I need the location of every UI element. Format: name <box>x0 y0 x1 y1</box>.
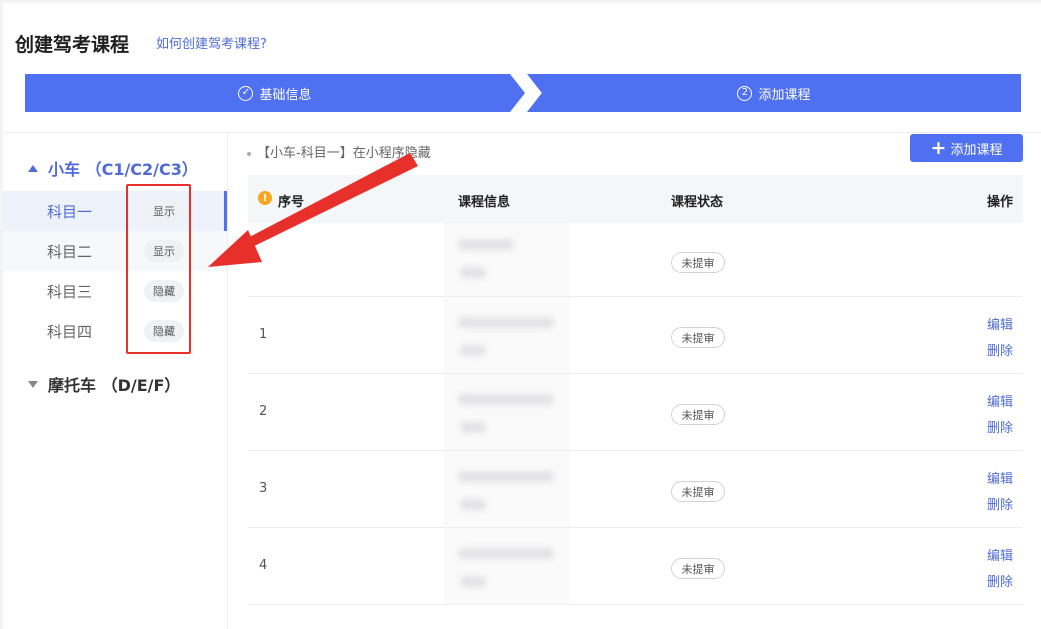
blurred-course-info <box>444 374 570 450</box>
page-title: 创建驾考课程 <box>15 34 130 56</box>
visibility-badge: 显示 <box>144 200 184 222</box>
add-course-button[interactable]: + 添加课程 <box>910 134 1023 162</box>
edit-link[interactable]: 编辑 <box>987 468 1013 487</box>
table-row: 3 未提审 编辑 删除 <box>248 451 1023 528</box>
subject-label: 科目二 <box>47 242 93 261</box>
table-header: ! 序号 课程信息 课程状态 操作 <box>248 175 1023 223</box>
blurred-course-info <box>444 528 570 604</box>
edit-link[interactable]: 编辑 <box>987 545 1013 564</box>
check-circle-icon: ✓ <box>238 85 254 101</box>
warning-icon[interactable]: ! <box>258 191 272 205</box>
blurred-course-info <box>444 297 570 373</box>
blurred-course-info <box>444 451 570 527</box>
subject-item-2[interactable]: 科目二 显示 <box>3 231 227 271</box>
group-car[interactable]: 小车 （C1/C2/C3） <box>28 156 198 180</box>
divider <box>3 132 1041 133</box>
col-info: 课程信息 <box>458 195 511 210</box>
step-add-course[interactable]: 2 添加课程 <box>527 74 1021 112</box>
stepper: ✓ 基础信息 2 添加课程 <box>25 74 1021 112</box>
step-label: 基础信息 <box>259 87 312 103</box>
delete-link[interactable]: 删除 <box>987 494 1013 513</box>
subject-item-3[interactable]: 科目三 隐藏 <box>3 271 227 311</box>
caret-down-icon <box>28 380 38 388</box>
hint-text: 【小车-科目一】在小程序隐藏 <box>257 146 431 161</box>
caret-up-icon <box>28 164 38 172</box>
edit-link[interactable]: 编辑 <box>987 314 1013 333</box>
delete-link[interactable]: 删除 <box>987 417 1013 436</box>
col-ops: 操作 <box>986 195 1013 210</box>
table-row: 未提审 <box>248 223 1023 297</box>
col-status: 课程状态 <box>671 195 724 210</box>
step-label: 添加课程 <box>758 87 811 103</box>
table-row: 1 未提审 编辑 删除 <box>248 297 1023 374</box>
add-course-label: 添加课程 <box>950 142 1003 158</box>
row-index: 3 <box>259 481 268 496</box>
bullet-icon <box>247 151 251 156</box>
visibility-hint: 【小车-科目一】在小程序隐藏 <box>247 142 431 161</box>
col-index[interactable]: 序号 <box>278 191 304 210</box>
subject-item-4[interactable]: 科目四 隐藏 <box>3 311 227 351</box>
subject-label: 科目三 <box>47 282 93 301</box>
status-badge: 未提审 <box>671 404 725 425</box>
status-badge: 未提审 <box>671 481 725 502</box>
table-row: 4 未提审 编辑 删除 <box>248 528 1023 605</box>
visibility-badge: 显示 <box>144 240 184 262</box>
step-basic-info[interactable]: ✓ 基础信息 <box>25 74 525 112</box>
plus-icon: + <box>930 136 947 159</box>
edit-link[interactable]: 编辑 <box>987 391 1013 410</box>
divider <box>227 133 228 629</box>
row-index: 4 <box>259 558 268 573</box>
visibility-badge: 隐藏 <box>144 280 184 302</box>
row-index: 2 <box>259 404 268 419</box>
group-motorcycle[interactable]: 摩托车 （D/E/F） <box>28 372 180 396</box>
subject-label: 科目一 <box>47 202 93 221</box>
table-row: 2 未提审 编辑 删除 <box>248 374 1023 451</box>
group-label: 小车 （C1/C2/C3） <box>48 160 198 179</box>
delete-link[interactable]: 删除 <box>987 340 1013 359</box>
help-link[interactable]: 如何创建驾考课程? <box>156 33 267 52</box>
subject-item-1[interactable]: 科目一 显示 <box>3 191 227 231</box>
visibility-badge: 隐藏 <box>144 320 184 342</box>
status-badge: 未提审 <box>671 327 725 348</box>
course-table: ! 序号 课程信息 课程状态 操作 未提审 1 未提审 编辑 删除 2 未提审 … <box>248 175 1023 605</box>
subject-label: 科目四 <box>47 322 93 341</box>
group-label: 摩托车 （D/E/F） <box>48 376 181 395</box>
status-badge: 未提审 <box>671 252 725 273</box>
status-badge: 未提审 <box>671 558 725 579</box>
row-index: 1 <box>259 327 268 342</box>
blurred-course-info <box>444 223 570 296</box>
step-number-icon: 2 <box>737 85 753 101</box>
delete-link[interactable]: 删除 <box>987 571 1013 590</box>
